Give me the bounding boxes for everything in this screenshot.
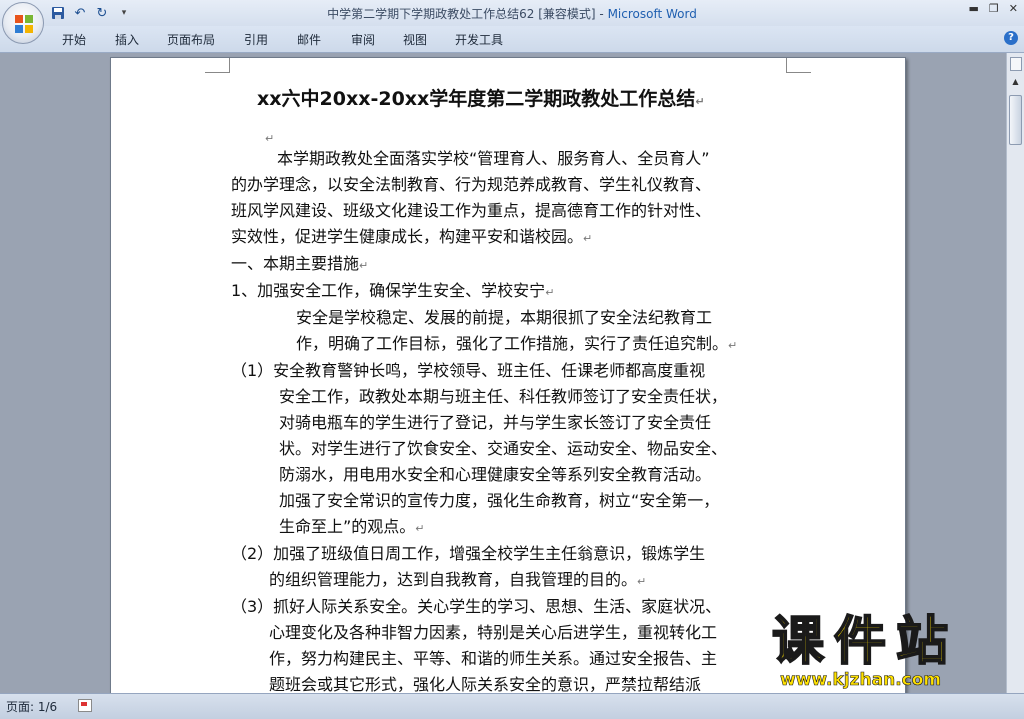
minimize-icon[interactable]: ▬ xyxy=(969,2,979,15)
empty-paragraph: ↵ xyxy=(265,124,274,152)
office-button-icon xyxy=(15,15,33,33)
scrollbar-thumb[interactable] xyxy=(1009,95,1022,145)
list-item: （1）安全教育警钟长鸣，学校领导、班主任、任课老师都高度重视 xyxy=(231,361,706,380)
paragraph-mark-icon: ↵ xyxy=(637,575,647,588)
crop-mark-right xyxy=(786,58,811,73)
restore-icon[interactable]: ❐ xyxy=(989,2,999,15)
body-line: 对骑电瓶车的学生进行了登记，并与学生家长签订了安全责任 xyxy=(279,413,712,432)
document-heading: xx六中20xx-20xx学年度第二学期政教处工作总结↵ xyxy=(257,88,705,110)
body-line: 状。对学生进行了饮食安全、交通安全、运动安全、物品安全、 xyxy=(279,439,728,458)
tab-review[interactable]: 审阅 xyxy=(351,31,375,48)
body-line: 作，明确了工作目标，强化了工作措施，实行了责任追究制。↵ xyxy=(296,334,738,353)
list-item: （2）加强了班级值日周工作，增强全校学生主任翁意识，锻炼学生 xyxy=(231,544,706,563)
body-line: 的办学理念，以安全法制教育、行为规范养成教育、学生礼仪教育、 xyxy=(231,175,712,194)
title-bar: ↶ ↻ ▾ 中学第二学期下学期政教处工作总结62 [兼容模式] - Micros… xyxy=(0,0,1024,26)
body-line: 的组织管理能力，达到自我教育，自我管理的目的。↵ xyxy=(269,570,647,589)
tab-page-layout[interactable]: 页面布局 xyxy=(167,31,215,48)
body-line: 实效性，促进学生健康成长，构建平安和谐校园。↵ xyxy=(231,227,593,246)
body-line: 加强了安全常识的宣传力度，强化生命教育，树立“安全第一， xyxy=(279,491,720,510)
document-name: 中学第二学期下学期政教处工作总结62 [兼容模式] xyxy=(327,7,596,21)
body-line: 安全工作，政教处本期与班主任、科任教师签订了安全责任状， xyxy=(279,387,728,406)
help-icon[interactable]: ? xyxy=(1004,31,1018,45)
title-separator: - xyxy=(595,7,608,21)
app-name: Microsoft Word xyxy=(607,7,697,21)
paragraph-mark-icon: ↵ xyxy=(359,259,369,272)
list-item: （3）抓好人际关系安全。关心学生的学习、思想、生活、家庭状况、 xyxy=(231,597,722,616)
body-line: 防溺水，用电用水安全和心理健康安全等系列安全教育活动。 xyxy=(279,465,712,484)
paragraph-mark-icon: ↵ xyxy=(695,95,705,108)
subsection-heading: 1、加强安全工作，确保学生安全、学校安宁↵ xyxy=(231,281,555,300)
body-line: 作，努力构建民主、平等、和谐的师生关系。通过安全报告、主 xyxy=(269,649,718,668)
tab-developer[interactable]: 开发工具 xyxy=(455,31,503,48)
office-button[interactable] xyxy=(2,2,44,44)
document-workspace: xx六中20xx-20xx学年度第二学期政教处工作总结↵ ↵ 本学期政教处全面落… xyxy=(0,53,1006,693)
paragraph-mark-icon: ↵ xyxy=(583,232,593,245)
paragraph-mark-icon: ↵ xyxy=(265,132,275,145)
watermark-text: 课件站 xyxy=(771,611,959,673)
tab-home[interactable]: 开始 xyxy=(62,31,86,48)
close-icon[interactable]: ✕ xyxy=(1009,2,1018,15)
body-line: 班风学风建设、班级文化建设工作为重点，提高德育工作的针对性、 xyxy=(231,201,712,220)
ruler-toggle[interactable] xyxy=(1010,57,1022,71)
ribbon-tabs: 开始 插入 页面布局 引用 邮件 审阅 视图 开发工具 ? xyxy=(0,26,1024,53)
paragraph-mark-icon: ↵ xyxy=(545,286,555,299)
watermark-logo: 课件站 www.kjzhan.com xyxy=(771,611,1012,692)
watermark-url: www.kjzhan.com xyxy=(780,670,942,691)
page-indicator[interactable]: 页面: 1/6 xyxy=(6,698,57,715)
crop-mark-left xyxy=(205,58,230,73)
body-line: 题班会或其它形式，强化人际关系安全的意识，严禁拉帮结派 xyxy=(269,675,702,693)
window-title: 中学第二学期下学期政教处工作总结62 [兼容模式] - Microsoft Wo… xyxy=(0,5,1024,22)
paragraph-mark-icon: ↵ xyxy=(415,522,425,535)
body-line: 心理变化及各种非智力因素，特别是关心后进学生，重视转化工 xyxy=(269,623,718,642)
body-line: 本学期政教处全面落实学校“管理育人、服务育人、全员育人” xyxy=(277,149,710,168)
document-page[interactable]: xx六中20xx-20xx学年度第二学期政教处工作总结↵ ↵ 本学期政教处全面落… xyxy=(110,57,906,693)
paragraph-mark-icon: ↵ xyxy=(728,339,738,352)
scroll-up-icon[interactable]: ▲ xyxy=(1009,77,1022,89)
vertical-scrollbar[interactable]: ▲ xyxy=(1006,53,1024,693)
tab-view[interactable]: 视图 xyxy=(403,31,427,48)
body-line: 安全是学校稳定、发展的前提，本期很抓了安全法纪教育工 xyxy=(296,308,713,327)
tab-mailings[interactable]: 邮件 xyxy=(297,31,321,48)
window-controls: ▬ ❐ ✕ xyxy=(969,2,1019,15)
status-bar: 页面: 1/6 xyxy=(0,693,1024,719)
section-heading: 一、本期主要措施↵ xyxy=(231,254,369,273)
tab-references[interactable]: 引用 xyxy=(244,31,268,48)
body-line: 生命至上”的观点。↵ xyxy=(279,517,425,536)
language-icon[interactable] xyxy=(78,699,92,712)
tab-insert[interactable]: 插入 xyxy=(115,31,139,48)
